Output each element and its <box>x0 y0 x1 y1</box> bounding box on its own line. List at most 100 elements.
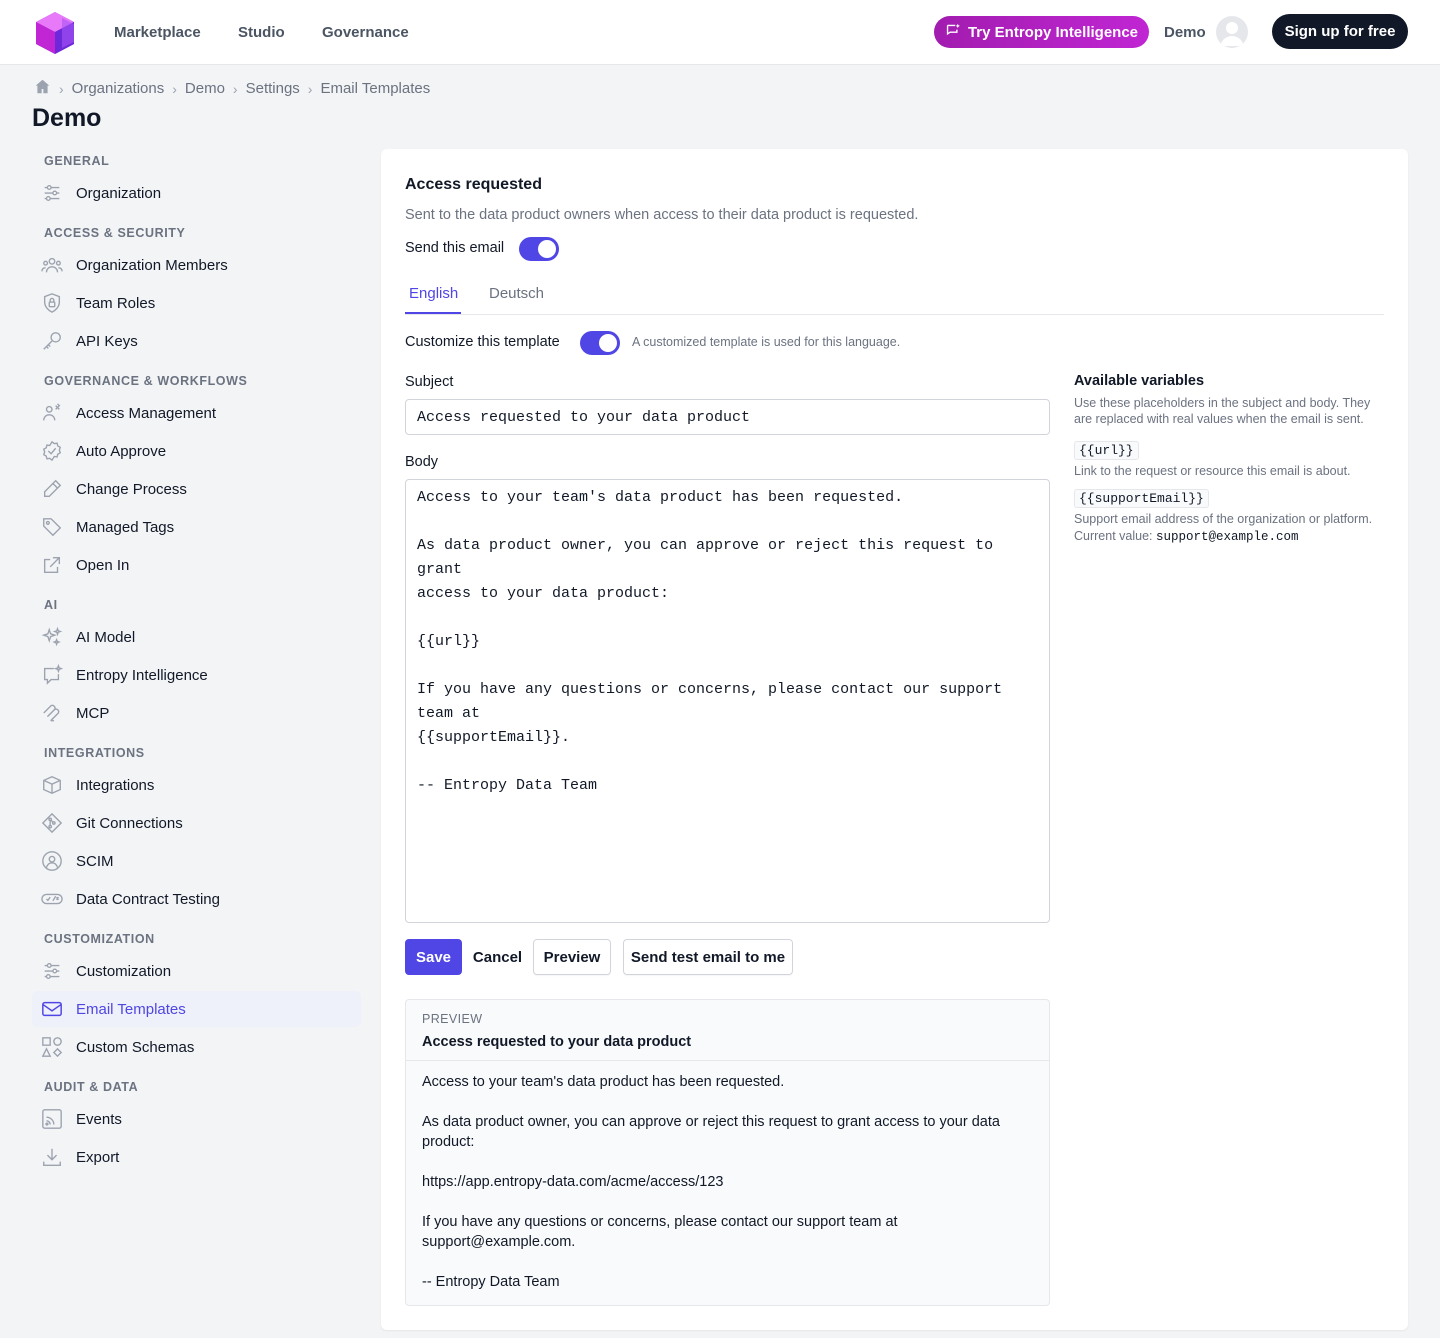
chevron-right-icon: › <box>59 80 64 97</box>
badge-check-icon <box>41 440 63 462</box>
key-icon <box>41 330 63 352</box>
mcp-icon <box>41 702 63 724</box>
sidebar-item-change-process[interactable]: Change Process <box>32 471 361 507</box>
sign-up-button[interactable]: Sign up for free <box>1272 14 1408 49</box>
sidebar-item-label: Managed Tags <box>76 518 175 536</box>
cancel-button[interactable]: Cancel <box>469 939 526 975</box>
body-label: Body <box>405 454 439 470</box>
variable-url: {{url}} <box>1074 441 1139 460</box>
sidebar-item-api-keys[interactable]: API Keys <box>32 323 361 359</box>
variable-support-email: {{supportEmail}} <box>1074 489 1209 508</box>
sidebar-item-label: Events <box>76 1110 122 1128</box>
customize-template-label: Customize this template <box>405 334 560 350</box>
sidebar-item-label: SCIM <box>76 852 114 870</box>
cube-icon <box>41 774 63 796</box>
home-icon[interactable] <box>34 78 51 99</box>
sidebar-item-ai-model[interactable]: AI Model <box>32 619 361 655</box>
sidebar-item-label: Auto Approve <box>76 442 167 460</box>
preview-paragraph: As data product owner, you can approve o… <box>422 1114 1000 1150</box>
customize-template-toggle[interactable] <box>580 331 620 355</box>
shapes-icon <box>41 1036 63 1058</box>
tab-english[interactable]: English <box>409 285 458 302</box>
pen-icon <box>41 478 63 500</box>
section-governance: GOVERNANCE & WORKFLOWS <box>44 374 248 388</box>
nav-studio[interactable]: Studio <box>238 24 285 41</box>
contract-test-icon <box>41 888 63 910</box>
sidebar-item-label: API Keys <box>76 332 138 350</box>
customize-hint: A customized template is used for this l… <box>632 335 901 349</box>
sidebar-item-label: AI Model <box>76 628 136 646</box>
breadcrumb: › Organizations › Demo › Settings › Emai… <box>34 78 430 99</box>
tab-deutsch[interactable]: Deutsch <box>489 285 544 302</box>
sidebar-item-entropy-intelligence[interactable]: Entropy Intelligence <box>32 657 361 693</box>
chevron-right-icon: › <box>307 80 313 97</box>
sidebar-item-mcp[interactable]: MCP <box>32 695 361 731</box>
sidebar-item-access-management[interactable]: Access Management <box>32 395 361 431</box>
sidebar-item-team-roles[interactable]: Team Roles <box>32 285 361 321</box>
available-variables-panel: Available variables Use these placeholde… <box>1074 373 1389 545</box>
send-email-toggle[interactable] <box>519 237 559 261</box>
sidebar-item-managed-tags[interactable]: Managed Tags <box>32 509 361 545</box>
breadcrumb-demo[interactable]: Demo <box>185 80 225 97</box>
section-general: GENERAL <box>44 154 110 168</box>
sliders-icon <box>41 182 63 204</box>
sidebar-item-label: Customization <box>76 962 172 980</box>
subject-input[interactable]: Access requested to your data product <box>405 399 1050 435</box>
body-textarea[interactable]: Access to your team's data product has b… <box>405 479 1050 923</box>
save-button[interactable]: Save <box>405 939 462 975</box>
sidebar-item-export[interactable]: Export <box>32 1139 361 1175</box>
breadcrumb-email-templates[interactable]: Email Templates <box>320 80 430 97</box>
template-title: Access requested <box>405 176 542 193</box>
sidebar-item-data-contract-testing[interactable]: Data Contract Testing <box>32 881 361 917</box>
sidebar-item-open-in[interactable]: Open In <box>32 547 361 583</box>
tag-icon <box>41 516 63 538</box>
preview-paragraph: If you have any questions or concerns, p… <box>422 1214 898 1250</box>
variable-url-description: Link to the request or resource this ema… <box>1074 464 1351 478</box>
sidebar-item-auto-approve[interactable]: Auto Approve <box>32 433 361 469</box>
avatar[interactable] <box>1216 16 1248 48</box>
page-title: Demo <box>32 104 102 132</box>
external-link-icon <box>41 554 63 576</box>
user-key-icon <box>41 402 63 424</box>
sidebar-item-scim[interactable]: SCIM <box>32 843 361 879</box>
support-email-current: Current value: support@example.com <box>1074 528 1389 545</box>
shield-lock-icon <box>41 292 63 314</box>
sidebar-item-customization[interactable]: Customization <box>32 953 361 989</box>
sidebar-item-git-connections[interactable]: Git Connections <box>32 805 361 841</box>
try-entropy-intelligence-button[interactable]: Try Entropy Intelligence <box>934 16 1149 48</box>
sidebar-item-email-templates[interactable]: Email Templates <box>32 991 361 1027</box>
active-tab-indicator <box>405 312 461 314</box>
chat-sparkle-icon <box>41 664 63 686</box>
sidebar-item-integrations[interactable]: Integrations <box>32 767 361 803</box>
nav-marketplace[interactable]: Marketplace <box>114 24 201 41</box>
entropy-logo-icon[interactable] <box>34 10 76 54</box>
current-value: support@example.com <box>1156 530 1299 544</box>
sidebar-item-custom-schemas[interactable]: Custom Schemas <box>32 1029 361 1065</box>
sparkles-icon <box>41 626 63 648</box>
nav-governance[interactable]: Governance <box>322 24 409 41</box>
org-switcher[interactable]: Demo <box>1164 24 1206 41</box>
breadcrumb-organizations[interactable]: Organizations <box>72 80 165 97</box>
sidebar-item-organization-members[interactable]: Organization Members <box>32 247 361 283</box>
variable-support-email-description: Support email address of the organizatio… <box>1074 512 1373 526</box>
email-preview-panel: PREVIEW Access requested to your data pr… <box>405 999 1050 1306</box>
send-email-label: Send this email <box>405 240 505 256</box>
preview-button[interactable]: Preview <box>533 939 611 975</box>
sidebar-item-label: Team Roles <box>76 294 156 312</box>
template-description: Sent to the data product owners when acc… <box>405 207 919 223</box>
try-entropy-label: Try Entropy Intelligence <box>967 23 1139 41</box>
sidebar-item-label: Email Templates <box>76 1000 186 1018</box>
sparkle-chat-icon <box>945 22 962 43</box>
sidebar-item-label: MCP <box>76 704 110 722</box>
sidebar-item-label: Entropy Intelligence <box>76 666 208 684</box>
sidebar-item-organization[interactable]: Organization <box>32 175 361 211</box>
section-customization: CUSTOMIZATION <box>44 932 155 946</box>
rss-icon <box>41 1108 63 1130</box>
chevron-right-icon: › <box>172 80 177 97</box>
breadcrumb-settings[interactable]: Settings <box>246 80 300 97</box>
sidebar-item-events[interactable]: Events <box>32 1101 361 1137</box>
preview-link: https://app.entropy-data.com/acme/access… <box>422 1174 724 1190</box>
send-test-email-button[interactable]: Send test email to me <box>623 939 793 975</box>
language-tabs: English Deutsch <box>405 273 1384 315</box>
preview-body: Access to your team's data product has b… <box>422 1072 1034 1305</box>
